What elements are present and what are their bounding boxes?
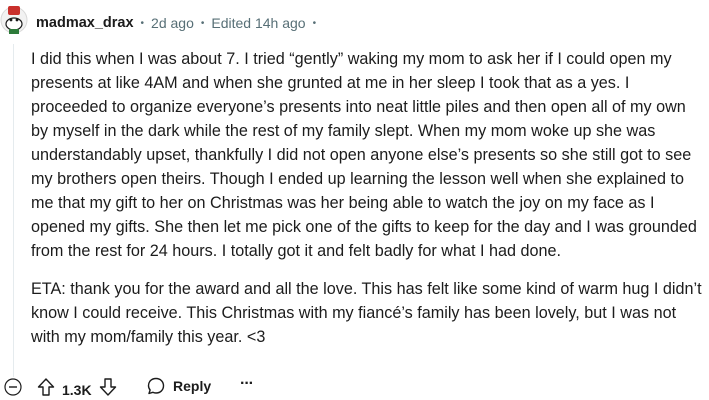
downvote-arrow-icon [99, 378, 116, 396]
upvote-arrow-icon [37, 378, 55, 396]
vote-count: 1.3K [62, 381, 92, 398]
edited-label: Edited 14h ago [211, 15, 306, 31]
comment-paragraph: ETA: thank you for the award and all the… [31, 280, 702, 346]
comment-paragraph: I did this when I was about 7. I tried “… [31, 50, 697, 260]
downvote-button[interactable] [98, 377, 118, 400]
collapse-minus-icon [4, 378, 22, 396]
separator-dot: • [140, 17, 145, 29]
more-options-button[interactable]: ··· [240, 375, 254, 393]
avatar[interactable] [0, 0, 30, 38]
collapse-button[interactable] [4, 378, 22, 396]
reply-label: Reply [173, 378, 212, 394]
username[interactable]: madmax_drax [36, 15, 134, 31]
more-options-icon: ··· [240, 375, 254, 392]
comment-body: I did this when I was about 7. I tried “… [31, 47, 703, 363]
comment-header: madmax_drax • 2d ago • Edited 14h ago • [36, 11, 323, 35]
speech-bubble-icon [147, 377, 165, 395]
comment-age[interactable]: 2d ago [151, 15, 194, 31]
vote-controls: 1.3K [36, 377, 118, 400]
avatar-icon [0, 6, 28, 34]
reply-button[interactable]: Reply [146, 376, 211, 396]
upvote-button[interactable] [36, 377, 56, 400]
separator-dot: • [200, 17, 205, 29]
separator-dot: • [312, 17, 317, 29]
thread-line[interactable] [13, 44, 14, 377]
comment-actions: 1.3K Reply ··· [0, 375, 709, 400]
comment: madmax_drax • 2d ago • Edited 14h ago • … [0, 0, 709, 400]
